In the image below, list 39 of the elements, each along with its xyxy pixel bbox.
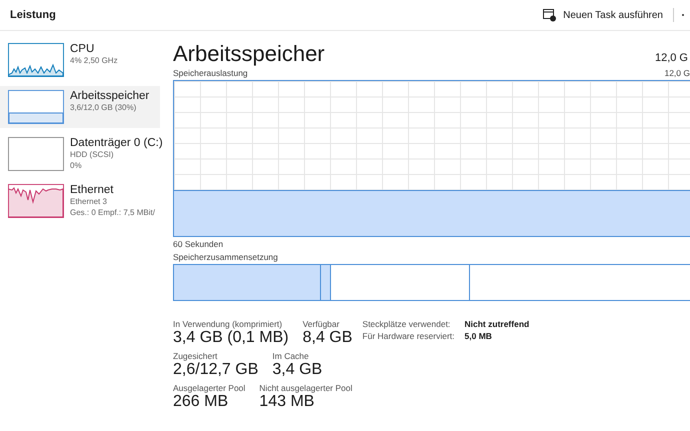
task-icon — [543, 8, 558, 22]
graph-max-label: 12,0 G — [664, 68, 690, 78]
device-name: Ethernet — [70, 184, 114, 196]
composition-label: Speicherzusammensetzung — [173, 252, 279, 262]
sidebar-item[interactable]: Datenträger 0 (C:) HDD (SCSI) 0% — [0, 133, 160, 175]
stat-label: Nicht ausgelagerter Pool — [259, 383, 352, 393]
stat-value: 8,4 GB — [302, 329, 352, 347]
property-label: Steckplätze verwendet: — [362, 319, 452, 329]
sidebar-item[interactable]: CPU 4% 2,50 GHz — [0, 39, 160, 81]
device-detail: 3,6/12,0 GB (30%) — [70, 102, 138, 113]
device-detail: HDD (SCSI) — [70, 149, 115, 160]
page-title: Leistung — [10, 9, 56, 21]
device-name: Datenträger 0 (C:) — [70, 137, 163, 149]
property-label: Für Hardware reserviert: — [362, 331, 455, 341]
sidebar-item[interactable]: Ethernet Ethernet 3 Ges.: 0 Empf.: 7,5 MBit/ — [0, 180, 160, 222]
device-detail: Ges.: 0 Empf.: 7,5 MBit/ — [70, 207, 155, 218]
stat-value: 3,4 GB (0,1 MB) — [173, 329, 289, 347]
stat-value: 266 MB — [173, 393, 230, 411]
run-task-button[interactable]: Neuen Task ausführen — [541, 6, 665, 24]
time-label: 60 Sekunden — [173, 239, 224, 249]
device-detail: 4% 2,50 GHz — [70, 55, 118, 66]
device-name: CPU — [70, 43, 96, 55]
total-memory: 12,0 G — [654, 52, 688, 64]
device-detail: Ethernet 3 — [70, 196, 108, 207]
stat-label: In Verwendung (komprimiert) — [173, 319, 284, 329]
stat-label: Zugesichert — [173, 351, 218, 361]
stat-value: 143 MB — [259, 393, 316, 411]
device-name: Arbeitsspeicher — [70, 90, 150, 102]
graph-label: Speicherauslastung — [173, 68, 248, 78]
stat-label: Ausgelagerter Pool — [173, 383, 246, 393]
stat-label: Verfügbar — [302, 319, 340, 329]
device-detail: 0% — [70, 160, 83, 171]
property-value: 5,0 MB — [464, 331, 493, 341]
stat-value: 3,4 GB — [272, 361, 322, 379]
sidebar-item[interactable]: Arbeitsspeicher 3,6/12,0 GB (30%) — [0, 86, 160, 128]
stat-label: Im Cache — [272, 351, 310, 361]
section-title: Arbeitsspeicher — [173, 41, 325, 67]
property-value: Nicht zutreffend — [464, 319, 530, 329]
stat-value: 2,6/12,7 GB — [173, 361, 258, 379]
